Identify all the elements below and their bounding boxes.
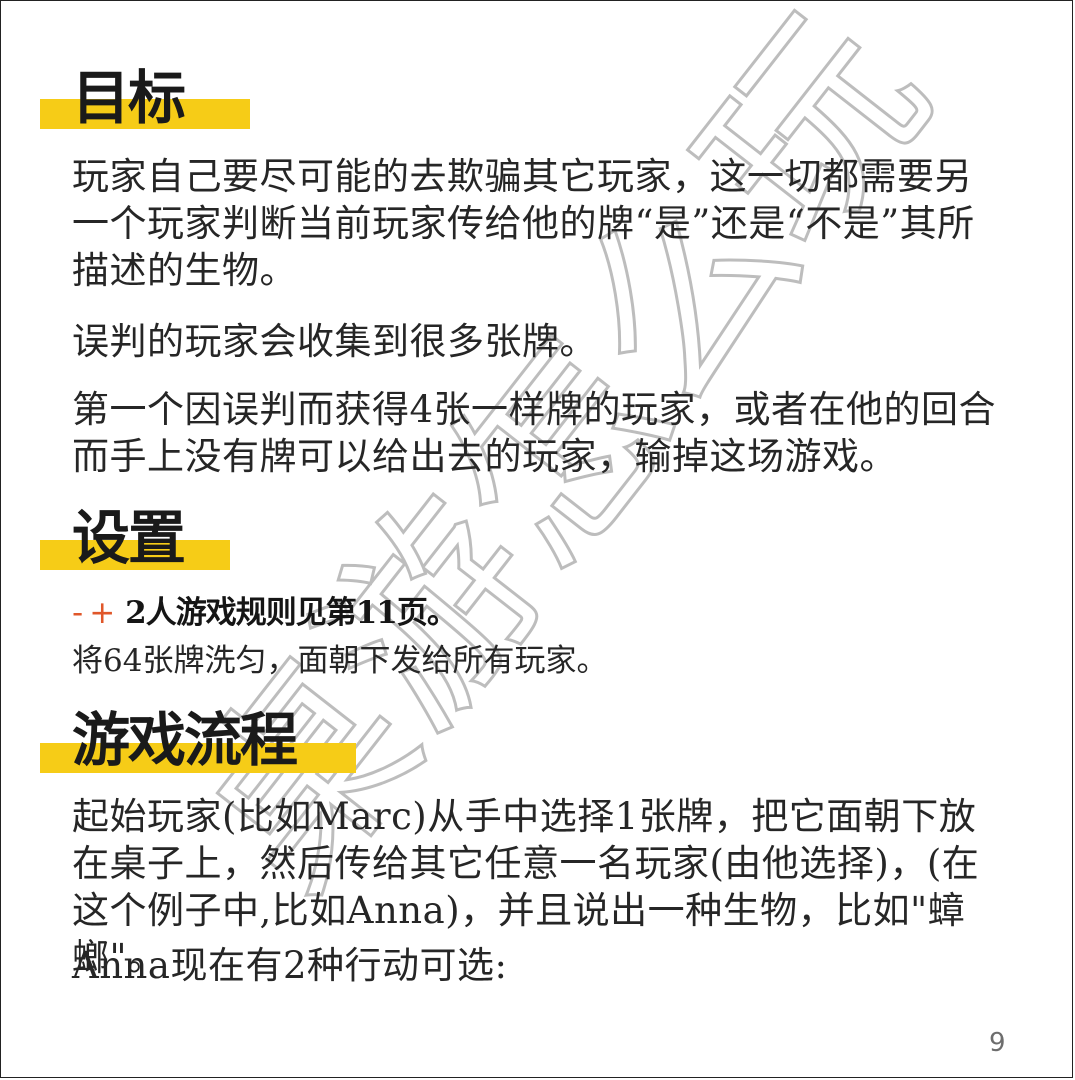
flow-paragraph-2: Anna现在有2种行动可选: [72,944,508,987]
setup-rule-line: - +2人游戏规则见第11页。 [72,593,458,633]
page-number: 9 [989,1028,1006,1058]
plus-marker: + [89,595,116,631]
goal-title: 目标 [72,64,186,132]
goal-paragraph-3: 第一个因误判而获得4张一样牌的玩家，或者在他的回合而手上没有牌可以给出去的玩家，… [72,388,997,478]
goal-paragraph-1: 玩家自己要尽可能的去欺骗其它玩家，这一切都需要另一个玩家判断当前玩家传给他的牌“… [72,155,975,292]
goal-paragraph-2: 误判的玩家会收集到很多张牌。 [72,320,597,363]
setup-title: 设置 [72,504,186,572]
two-player-rule-reference: 2人游戏规则见第11页。 [125,595,458,631]
flow-title: 游戏流程 [72,706,298,774]
setup-instruction: 将64张牌洗匀，面朝下发给所有玩家。 [72,643,608,679]
dash-marker: - [72,595,84,631]
